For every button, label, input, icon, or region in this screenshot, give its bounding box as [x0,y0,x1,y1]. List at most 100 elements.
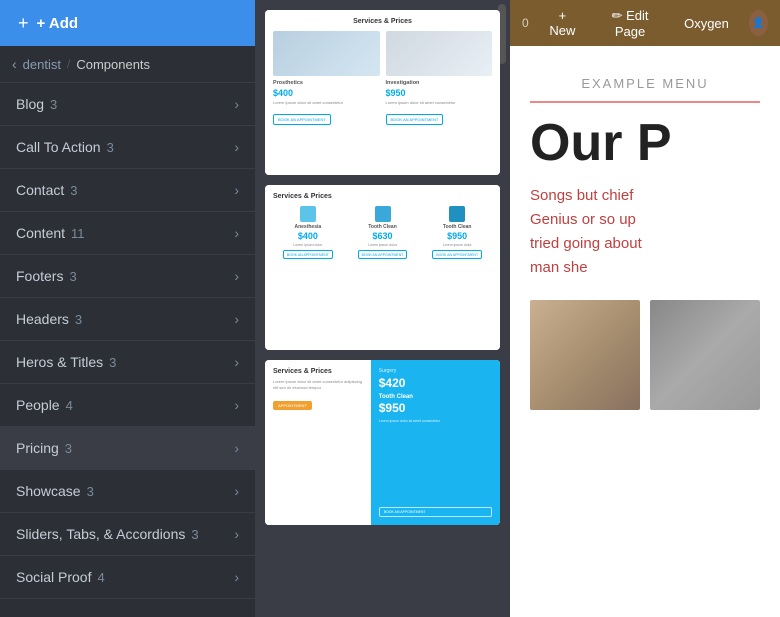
template-card-1[interactable]: Services & Prices Prosthetics $400 Lorem… [265,10,500,175]
sidebar-item-people[interactable]: People 4 › [0,384,255,427]
edit-page-button[interactable]: ✏ Edit Page [596,4,664,43]
back-arrow-icon[interactable]: ‹ [12,56,17,72]
template-cards-panel: Services & Prices Prosthetics $400 Lorem… [255,0,510,617]
card3-left-title: Services & Prices [273,368,363,375]
plus-icon: + [18,13,29,34]
sidebar-label-blog: Blog [16,96,44,112]
card2-btn2: BOOK AN APPOINTMENT [358,250,408,259]
chevron-right-icon: › [234,397,239,413]
sidebar-item-pricing[interactable]: Pricing 3 › [0,427,255,470]
card1-btn2: BOOK AN APPOINTMENT [386,114,444,125]
card2-btn3: BOOK AN APPOINTMENT [432,250,482,259]
people-row [530,300,760,410]
template-card-2[interactable]: Services & Prices Anesthesia $400 Lorem … [265,185,500,350]
person-photo-2 [650,300,760,410]
card2-desc2: Lorem ipsum dolor [368,243,397,247]
card2-price3: $950 [447,231,467,241]
sidebar-count-contact: 3 [70,183,77,198]
sidebar: + + Add ‹ dentist / Components Blog 3 › … [0,0,255,617]
topbar-number: 0 [522,16,529,30]
page-subtext: Songs but chief Genius or so up tried go… [530,184,760,280]
card3-left-desc: Lorem ipsum dolor sit amet consectetur a… [273,379,363,390]
sidebar-count-people: 4 [66,398,73,413]
card3-right-desc: Lorem ipsum dolor sit amet consectetur [379,419,492,503]
sidebar-count-content: 11 [71,226,85,241]
sidebar-count-showcase: 3 [87,484,94,499]
sidebar-item-headers[interactable]: Headers 3 › [0,298,255,341]
card1-price1: $400 [273,88,380,98]
sidebar-count-social-proof: 4 [97,570,104,585]
sidebar-item-showcase[interactable]: Showcase 3 › [0,470,255,513]
breadcrumb-separator: / [67,57,70,71]
sidebar-label-sliders: Sliders, Tabs, & Accordions [16,526,185,542]
card2-service3: Tooth Clean [443,224,472,230]
sidebar-label-pricing: Pricing [16,440,59,456]
sidebar-item-content[interactable]: Content 11 › [0,212,255,255]
example-menu: EXAMPLE MENU [530,76,760,103]
chevron-right-icon: › [234,96,239,112]
card1-desc1: Lorem ipsum dolor sit amet consectetur [273,100,380,105]
card3-right-label: Surgery [379,368,492,374]
page-content: EXAMPLE MENU Our P Songs but chief Geniu… [510,46,780,617]
sidebar-label-social-proof: Social Proof [16,569,91,585]
sidebar-item-footers[interactable]: Footers 3 › [0,255,255,298]
chevron-right-icon: › [234,483,239,499]
card-3-preview: Services & Prices Lorem ipsum dolor sit … [265,360,500,525]
card2-icon1 [300,206,316,222]
chevron-right-icon: › [234,268,239,284]
sidebar-item-sliders[interactable]: Sliders, Tabs, & Accordions 3 › [0,513,255,556]
card2-service2: Tooth Clean [368,224,397,230]
sidebar-count-headers: 3 [75,312,82,327]
card2-price2: $630 [372,231,392,241]
chevron-right-icon: › [234,569,239,585]
sidebar-label-content: Content [16,225,65,241]
sidebar-label-people: People [16,397,60,413]
sidebar-count-footers: 3 [69,269,76,284]
template-card-3[interactable]: Services & Prices Lorem ipsum dolor sit … [265,360,500,525]
card3-right-button: BOOK AN APPOINTMENT [379,507,492,517]
chevron-right-icon: › [234,139,239,155]
card1-title: Services & Prices [273,18,492,25]
card2-desc3: Lorem ipsum dolor [443,243,472,247]
sidebar-item-call-to-action[interactable]: Call To Action 3 › [0,126,255,169]
card1-btn1: BOOK AN APPOINTMENT [273,114,331,125]
chevron-right-icon: › [234,526,239,542]
chevron-right-icon: › [234,225,239,241]
sidebar-item-social-proof[interactable]: Social Proof 4 › [0,556,255,599]
chevron-right-icon: › [234,311,239,327]
card3-right-price2: $950 [379,401,492,415]
card3-right-price: $420 [379,376,492,390]
card2-service1: Anesthesia [294,224,321,230]
card2-btn1: BOOK AN APPOINTMENT [283,250,333,259]
add-button[interactable]: + + Add [0,0,255,46]
chevron-right-icon: › [234,440,239,456]
sidebar-count-sliders: 3 [191,527,198,542]
user-avatar[interactable]: 👤 [749,10,768,36]
card2-title: Services & Prices [273,193,492,200]
card1-service2: Investigation [386,80,493,86]
oxygen-button[interactable]: Oxygen [676,12,737,35]
sidebar-count-heros-titles: 3 [109,355,116,370]
chevron-right-icon: › [234,354,239,370]
card2-icon3 [449,206,465,222]
card-1-preview: Services & Prices Prosthetics $400 Lorem… [265,10,500,175]
card2-price1: $400 [298,231,318,241]
chevron-right-icon: › [234,182,239,198]
sidebar-label-call-to-action: Call To Action [16,139,101,155]
new-button[interactable]: + New [541,4,584,42]
sidebar-label-headers: Headers [16,311,69,327]
breadcrumb: ‹ dentist / Components [0,46,255,83]
sidebar-label-showcase: Showcase [16,483,81,499]
sidebar-item-contact[interactable]: Contact 3 › [0,169,255,212]
card1-desc2: Lorem ipsum dolor sit amet consectetur [386,100,493,105]
sidebar-label-footers: Footers [16,268,63,284]
sidebar-item-blog[interactable]: Blog 3 › [0,83,255,126]
breadcrumb-site[interactable]: dentist [23,57,61,72]
card2-icon2 [375,206,391,222]
sidebar-count-blog: 3 [50,97,57,112]
card3-left-button: APPOINTMENT [273,401,312,410]
sidebar-item-heros-titles[interactable]: Heros & Titles 3 › [0,341,255,384]
card1-service1: Prosthetics [273,80,380,86]
page-heading: Our P [530,115,760,172]
breadcrumb-current: Components [76,57,150,72]
